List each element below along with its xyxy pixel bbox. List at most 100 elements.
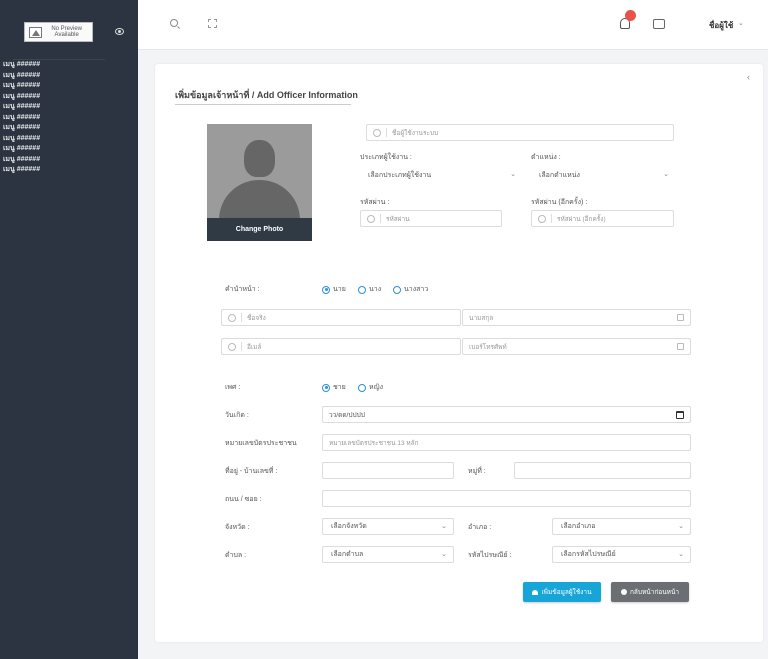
user-icon	[373, 128, 381, 137]
page-title: เพิ่มข้อมูลเจ้าหน้าที่ / Add Officer Inf…	[175, 90, 358, 100]
chevron-down-icon: ⌄	[441, 523, 447, 530]
sidebar-item[interactable]: เมนู ######	[0, 134, 138, 145]
subdistrict-value: เลือกตำบล	[331, 551, 364, 558]
user-icon	[228, 313, 236, 322]
logo-image: No Preview Available	[24, 22, 93, 42]
road-label: ถนน / ซอย :	[225, 496, 262, 503]
prefix-option-label: นางสาว	[404, 286, 429, 293]
search-icon[interactable]	[170, 19, 178, 27]
topbar: ชื่อผู้ใช้ ⌄	[138, 0, 768, 50]
email-placeholder: อีเมล์	[247, 343, 262, 351]
moo-input[interactable]	[514, 462, 691, 479]
user-icon	[677, 314, 684, 321]
postal-label: รหัสไปรษณีย์ :	[468, 552, 512, 559]
province-select[interactable]: เลือกจังหวัด ⌄	[322, 518, 454, 535]
sidebar-item[interactable]: เมนู ######	[0, 123, 138, 134]
image-icon	[29, 26, 43, 38]
position-select[interactable]: เลือกตำแหน่ง ⌄	[531, 167, 675, 184]
postal-value: เลือกรหัสไปรษณีย์	[561, 551, 616, 558]
postal-select[interactable]: เลือกรหัสไปรษณีย์ ⌄	[552, 546, 691, 563]
position-value: เลือกตำแหน่ง	[539, 172, 580, 179]
chevron-down-icon: ⌄	[510, 171, 516, 178]
password-input[interactable]: รหัสผ่าน	[360, 210, 502, 227]
first-name-placeholder: ชื่อจริง	[247, 314, 266, 322]
gender-option-label: หญิง	[369, 384, 383, 391]
radio-icon	[358, 285, 366, 294]
key-icon	[367, 214, 375, 223]
password2-label: รหัสผ่าน (อีกครั้ง) :	[531, 199, 588, 206]
email-input[interactable]: อีเมล์	[221, 338, 461, 355]
sidebar-item[interactable]: เมนู ######	[0, 81, 138, 92]
id-card-input[interactable]: หมายเลขบัตรประชาชน 13 หลัก	[322, 434, 691, 451]
chevron-down-icon: ⌄	[441, 551, 447, 558]
back-button[interactable]: กลับหน้าก่อนหน้า	[611, 582, 689, 602]
prefix-option-miss[interactable]: นางสาว	[393, 284, 428, 295]
mail-icon[interactable]	[653, 19, 665, 29]
district-value: เลือกอำเภอ	[561, 523, 596, 530]
address-label: ที่อยู่ - บ้านเลขที่ :	[225, 468, 278, 475]
calendar-icon[interactable]	[676, 411, 684, 419]
chevron-down-icon: ⌄	[663, 171, 669, 178]
birthdate-label: วันเกิด :	[225, 412, 249, 419]
prefix-option-mr[interactable]: นาย	[322, 284, 346, 295]
phone-placeholder: เบอร์โทรศัพท์	[469, 343, 507, 351]
sidebar-item[interactable]: เมนู ######	[0, 165, 138, 176]
password2-input[interactable]: รหัสผ่าน (อีกครั้ง)	[531, 210, 674, 227]
save-button[interactable]: เพิ่มข้อมูลผู้ใช้งาน	[523, 582, 601, 602]
gender-label: เพศ :	[225, 384, 241, 391]
sidebar-item[interactable]: เมนู ######	[0, 92, 138, 103]
sidebar-item[interactable]: เมนู ######	[0, 144, 138, 155]
user-type-value: เลือกประเภทผู้ใช้งาน	[368, 172, 432, 179]
chevron-down-icon[interactable]: ⌄	[738, 19, 744, 27]
sidebar-item[interactable]: เมนู ######	[0, 60, 138, 71]
add-user-icon	[532, 589, 539, 595]
fullscreen-icon[interactable]	[208, 19, 217, 28]
id-card-label: หมายเลขบัตรประชาชน	[225, 440, 297, 447]
save-button-label: เพิ่มข้อมูลผู้ใช้งาน	[541, 589, 592, 596]
last-name-input[interactable]: นามสกุล	[462, 309, 691, 326]
prefix-option-label: นาย	[333, 286, 346, 293]
chevron-down-icon: ⌄	[678, 523, 684, 530]
district-select[interactable]: เลือกอำเภอ ⌄	[552, 518, 691, 535]
collapse-icon[interactable]: ‹	[747, 72, 750, 82]
user-type-select[interactable]: เลือกประเภทผู้ใช้งาน ⌄	[360, 167, 522, 184]
username-placeholder: ชื่อผู้ใช้งานระบบ	[392, 129, 439, 137]
prefix-label: คำนำหน้า :	[225, 286, 260, 293]
key-icon	[538, 214, 546, 223]
notification-badge	[625, 10, 636, 21]
subdistrict-select[interactable]: เลือกตำบล ⌄	[322, 546, 454, 563]
prefix-option-mrs[interactable]: นาง	[358, 284, 381, 295]
prefix-option-label: นาง	[369, 286, 382, 293]
back-icon	[620, 589, 627, 595]
id-card-placeholder: หมายเลขบัตรประชาชน 13 หลัก	[329, 439, 419, 447]
avatar-head	[244, 140, 275, 177]
road-input[interactable]	[322, 490, 691, 507]
gender-option-label: ชาย	[333, 384, 346, 391]
birthdate-input[interactable]: วว/ดด/ปปปป	[322, 406, 691, 423]
sidebar-item[interactable]: เมนู ######	[0, 113, 138, 124]
sidebar-item[interactable]: เมนู ######	[0, 102, 138, 113]
eye-icon[interactable]	[115, 28, 124, 35]
gender-option-female[interactable]: หญิง	[358, 382, 383, 393]
address-input[interactable]	[322, 462, 454, 479]
sidebar-item[interactable]: เมนู ######	[0, 71, 138, 82]
first-name-input[interactable]: ชื่อจริง	[221, 309, 461, 326]
birthdate-placeholder: วว/ดด/ปปปป	[329, 411, 365, 419]
radio-icon	[393, 285, 401, 294]
sidebar-menu: เมนู ###### เมนู ###### เมนู ###### เมนู…	[0, 60, 138, 176]
radio-icon	[358, 383, 366, 392]
phone-input[interactable]: เบอร์โทรศัพท์	[462, 338, 691, 355]
gender-option-male[interactable]: ชาย	[322, 382, 346, 393]
username-input[interactable]: ชื่อผู้ใช้งานระบบ	[366, 124, 674, 141]
password-label: รหัสผ่าน :	[360, 199, 390, 206]
password-placeholder: รหัสผ่าน	[386, 215, 410, 223]
form-card: ‹ เพิ่มข้อมูลเจ้าหน้าที่ / Add Officer I…	[155, 64, 763, 642]
phone-icon	[677, 343, 684, 350]
sidebar-item[interactable]: เมนู ######	[0, 155, 138, 166]
radio-checked-icon	[322, 285, 330, 294]
user-name[interactable]: ชื่อผู้ใช้	[709, 19, 733, 32]
change-photo-button[interactable]: Change Photo	[207, 218, 312, 241]
chevron-down-icon: ⌄	[678, 551, 684, 558]
province-label: จังหวัด :	[225, 524, 250, 531]
radio-checked-icon	[322, 383, 330, 392]
